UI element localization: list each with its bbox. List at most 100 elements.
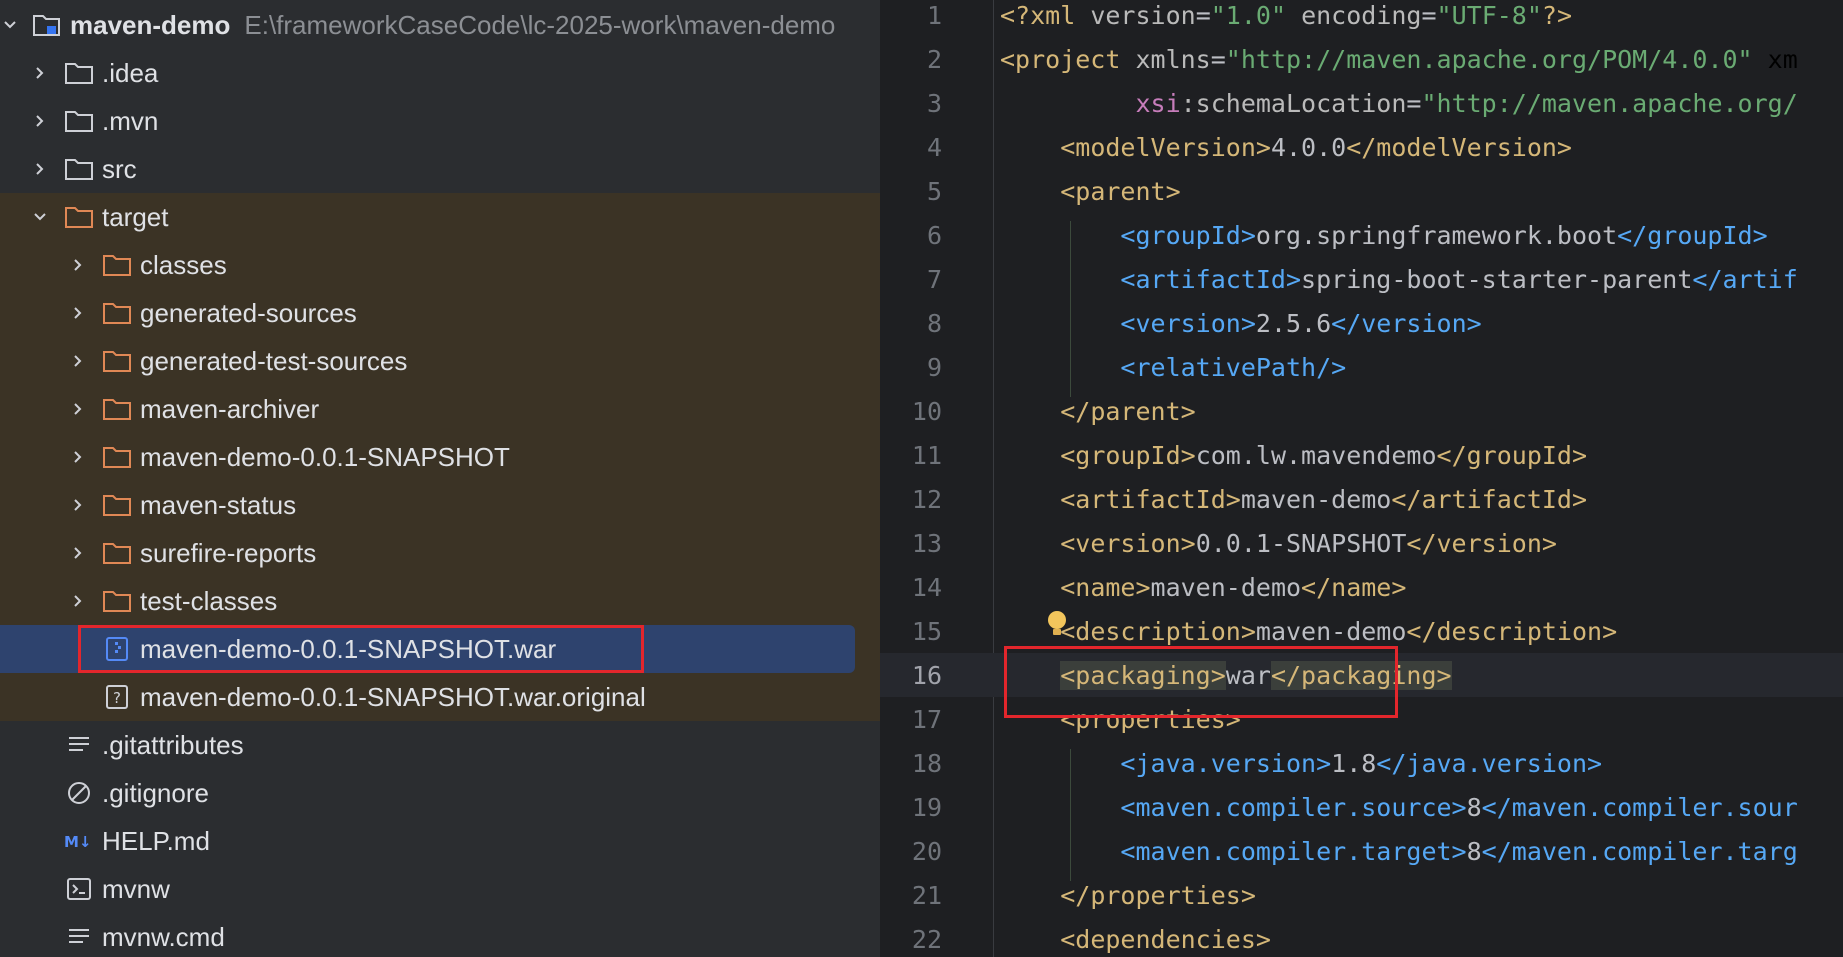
tree-item-target[interactable]: target [0, 193, 880, 241]
tree-item-gitignore[interactable]: .gitignore [0, 769, 880, 817]
tree-item-label: generated-sources [140, 297, 357, 328]
code-line[interactable]: 12 <artifactId>maven-demo</artifactId> [880, 477, 1843, 521]
code-line[interactable]: 21 </properties> [880, 873, 1843, 917]
code-line[interactable]: 13 <version>0.0.1-SNAPSHOT</version> [880, 521, 1843, 565]
code-line[interactable]: 7 <artifactId>spring-boot-starter-parent… [880, 257, 1843, 301]
code-text: <parent> [1060, 176, 1181, 206]
code-text: <?xml version="1.0" encoding="UTF-8"?> [1000, 0, 1573, 30]
line-number: 22 [911, 924, 942, 954]
excluded-folder-icon [102, 348, 132, 374]
line-number: 1 [926, 0, 942, 30]
tree-item-maven-status[interactable]: maven-status [0, 481, 880, 529]
line-number: 7 [926, 264, 942, 294]
tree-item-label: generated-test-sources [140, 345, 408, 376]
tree-item-label: HELP.md [102, 825, 210, 856]
code-line[interactable]: 8 <version>2.5.6</version> [880, 301, 1843, 345]
line-number: 14 [911, 572, 942, 602]
code-line[interactable]: 20 <maven.compiler.target>8</maven.compi… [880, 829, 1843, 873]
excluded-folder-icon [64, 204, 94, 230]
chevron-down-icon[interactable] [30, 207, 50, 227]
markdown-icon: M↓ [64, 828, 94, 854]
tree-item-mvnw-cmd[interactable]: mvnw.cmd [0, 913, 880, 957]
tree-item-classes[interactable]: classes [0, 241, 880, 289]
tree-item-label: maven-demo-0.0.1-SNAPSHOT [140, 441, 510, 472]
tree-item-test-classes[interactable]: test-classes [0, 577, 880, 625]
line-number: 13 [911, 528, 942, 558]
code-line[interactable]: 9 <relativePath/> [880, 345, 1843, 389]
tree-item-generated-test-sources[interactable]: generated-test-sources [0, 337, 880, 385]
line-number: 10 [911, 396, 942, 426]
code-text: <name>maven-demo</name> [1060, 572, 1407, 602]
line-number: 19 [911, 792, 942, 822]
tree-item-generated-sources[interactable]: generated-sources [0, 289, 880, 337]
indent-guide [1069, 221, 1071, 397]
tree-item-mvn[interactable]: .mvn [0, 97, 880, 145]
line-number: 8 [926, 308, 942, 338]
tree-item-idea[interactable]: .idea [0, 49, 880, 97]
excluded-folder-icon [102, 300, 132, 326]
chevron-right-icon[interactable] [68, 255, 88, 275]
code-line[interactable]: 5 <parent> [880, 169, 1843, 213]
tree-root-row[interactable]: maven-demo E:\frameworkCaseCode\lc-2025-… [0, 1, 880, 49]
chevron-right-icon[interactable] [68, 399, 88, 419]
code-line[interactable]: 1 <?xml version="1.0" encoding="UTF-8"?> [880, 0, 1843, 37]
chevron-right-icon[interactable] [68, 495, 88, 515]
chevron-right-icon[interactable] [68, 351, 88, 371]
code-line[interactable]: 3 xsi:schemaLocation="http://maven.apach… [880, 81, 1843, 125]
chevron-right-icon[interactable] [68, 447, 88, 467]
code-line[interactable]: 10 </parent> [880, 389, 1843, 433]
line-number: 2 [926, 44, 942, 74]
tree-item-maven-demo-0-0-1-snapshot-war-original[interactable]: ? maven-demo-0.0.1-SNAPSHOT.war.original [0, 673, 880, 721]
line-number: 3 [926, 88, 942, 118]
tree-item-maven-archiver[interactable]: maven-archiver [0, 385, 880, 433]
code-text: <relativePath/> [1120, 352, 1347, 382]
chevron-right-icon[interactable] [30, 111, 50, 131]
tree-item-surefire-reports[interactable]: surefire-reports [0, 529, 880, 577]
code-line[interactable]: 14 <name>maven-demo</name> [880, 565, 1843, 609]
code-line[interactable]: 6 <groupId>org.springframework.boot</gro… [880, 213, 1843, 257]
chevron-right-icon[interactable] [30, 159, 50, 179]
chevron-right-icon[interactable] [68, 543, 88, 563]
chevron-right-icon[interactable] [68, 591, 88, 611]
tree-item-gitattributes[interactable]: .gitattributes [0, 721, 880, 769]
code-text: <dependencies> [1060, 924, 1271, 954]
tree-item-src[interactable]: src [0, 145, 880, 193]
chevron-down-icon[interactable] [0, 15, 20, 35]
tree-item-maven-demo-0-0-1-snapshot[interactable]: maven-demo-0.0.1-SNAPSHOT [0, 433, 880, 481]
code-line[interactable]: 22 <dependencies> [880, 917, 1843, 957]
code-text: <version>2.5.6</version> [1120, 308, 1482, 338]
code-text: <java.version>1.8</java.version> [1120, 748, 1603, 778]
code-line[interactable]: 2 <project xmlns="http://maven.apache.org… [880, 37, 1843, 81]
project-name: maven-demo [70, 9, 231, 40]
tree-item-label: .mvn [102, 105, 159, 136]
code-line[interactable]: 11 <groupId>com.lw.mavendemo</groupId> [880, 433, 1843, 477]
line-number: 18 [911, 748, 942, 778]
code-line[interactable]: 18 <java.version>1.8</java.version> [880, 741, 1843, 785]
shell-script-icon [64, 876, 94, 902]
lightbulb-icon[interactable] [1046, 609, 1068, 644]
chevron-right-icon[interactable] [68, 303, 88, 323]
excluded-folder-icon [102, 444, 132, 470]
tree-item-label: test-classes [140, 585, 278, 616]
indent-guide [1069, 749, 1071, 881]
chevron-right-icon[interactable] [30, 63, 50, 83]
folder-icon [64, 156, 94, 182]
folder-icon [64, 60, 94, 86]
tree-item-mvnw[interactable]: mvnw [0, 865, 880, 913]
text-file-icon [64, 924, 94, 950]
tree-item-help-md[interactable]: M↓ HELP.md [0, 817, 880, 865]
code-editor[interactable]: 1 <?xml version="1.0" encoding="UTF-8"?> 2… [880, 0, 1843, 957]
tree-item-label: surefire-reports [140, 537, 317, 568]
annotation-box-war-file [78, 625, 644, 673]
tree-item-label: maven-archiver [140, 393, 320, 424]
code-text: </properties> [1060, 880, 1256, 910]
tree-item-label: .gitattributes [102, 729, 244, 760]
excluded-folder-icon [102, 252, 132, 278]
code-text: <artifactId>spring-boot-starter-parent</… [1120, 264, 1798, 294]
code-line[interactable]: 19 <maven.compiler.source>8</maven.compi… [880, 785, 1843, 829]
excluded-folder-icon [102, 588, 132, 614]
code-line[interactable]: 4 <modelVersion>4.0.0</modelVersion> [880, 125, 1843, 169]
code-text: <version>0.0.1-SNAPSHOT</version> [1060, 528, 1557, 558]
